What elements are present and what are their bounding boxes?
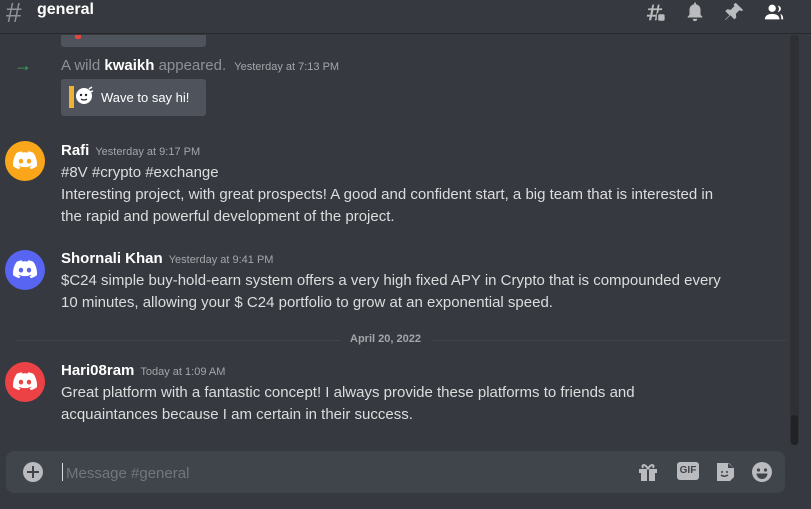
- sticker-fragment-icon: [75, 35, 81, 39]
- footer-spacer: [0, 493, 811, 509]
- join-suffix: appeared.: [158, 57, 227, 74]
- message-line: #8V #crypto #exchange: [61, 164, 219, 181]
- username[interactable]: Shornali Khan: [61, 250, 163, 267]
- message-composer: GIF: [6, 451, 785, 493]
- members-icon[interactable]: [762, 1, 786, 23]
- threads-icon[interactable]: [643, 1, 667, 23]
- avatar[interactable]: [5, 141, 45, 181]
- message-line: Great platform with a fantastic concept!…: [61, 384, 635, 401]
- wave-button[interactable]: Wave to say hi!: [61, 79, 206, 116]
- text-caret: [62, 463, 63, 481]
- discord-logo-icon: [13, 260, 37, 279]
- join-arrow-icon: →: [14, 55, 32, 75]
- previous-wave-button[interactable]: [61, 35, 206, 47]
- channel-hash-icon: #: [6, 0, 22, 28]
- discord-logo-icon: [13, 372, 37, 391]
- join-username[interactable]: kwaikh: [104, 57, 154, 74]
- bell-icon[interactable]: [683, 1, 707, 23]
- join-message: A wild kwaikh appeared. Yesterday at 7:1…: [61, 57, 339, 74]
- message-timestamp: Today at 1:09 AM: [140, 366, 226, 378]
- message-timestamp: Yesterday at 9:17 PM: [95, 146, 201, 158]
- message-scrollbar[interactable]: [790, 35, 799, 445]
- upload-plus-icon[interactable]: [23, 462, 43, 482]
- message-header: Rafi Yesterday at 9:17 PM: [61, 142, 200, 159]
- wave-button-label: Wave to say hi!: [101, 90, 190, 105]
- wave-sticker-icon: [69, 84, 94, 110]
- message-header: Hari08ram Today at 1:09 AM: [61, 362, 225, 379]
- message-input[interactable]: [64, 459, 628, 487]
- channel-title: general: [37, 1, 94, 18]
- message-list: → A wild kwaikh appeared. Yesterday at 7…: [0, 35, 790, 445]
- message-line: 10 minutes, allowing your $ C24 portfoli…: [61, 294, 553, 311]
- channel-header: # general: [0, 0, 811, 34]
- message-timestamp: Yesterday at 9:41 PM: [168, 254, 274, 266]
- pin-icon[interactable]: [722, 1, 746, 23]
- sticker-icon[interactable]: [713, 460, 737, 484]
- join-timestamp: Yesterday at 7:13 PM: [234, 61, 340, 73]
- message-header: Shornali Khan Yesterday at 9:41 PM: [61, 250, 273, 267]
- gift-icon[interactable]: [636, 460, 660, 484]
- message-line: $C24 simple buy-hold-earn system offers …: [61, 272, 721, 289]
- gif-icon[interactable]: GIF: [677, 462, 699, 480]
- emoji-icon[interactable]: [750, 460, 774, 484]
- username[interactable]: Rafi: [61, 142, 89, 159]
- join-prefix: A wild: [61, 57, 101, 74]
- discord-logo-icon: [13, 151, 37, 170]
- username[interactable]: Hari08ram: [61, 362, 134, 379]
- message-line: acquaintances because I am certain in th…: [61, 406, 413, 423]
- avatar[interactable]: [5, 250, 45, 290]
- date-divider-label: April 20, 2022: [340, 333, 431, 345]
- message-line: Interesting project, with great prospect…: [61, 186, 714, 203]
- avatar[interactable]: [5, 362, 45, 402]
- scrollbar-thumb[interactable]: [791, 415, 798, 445]
- message-line: the rapid and powerful development of th…: [61, 208, 395, 225]
